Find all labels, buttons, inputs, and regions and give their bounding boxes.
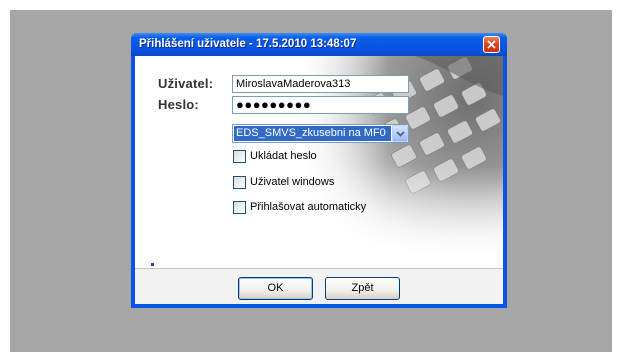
user-label: Uživatel: — [158, 76, 214, 91]
database-select-value: EDS_SMVS_zkusebni na MF0 — [234, 126, 391, 141]
ok-button[interactable]: OK — [238, 277, 313, 300]
auto-login-label: Přihlašovat automaticky — [250, 201, 367, 213]
button-bar: OK Zpět — [135, 268, 503, 304]
password-input[interactable]: ●●●●●●●●● — [232, 96, 409, 114]
windows-user-label: Uživatel windows — [250, 176, 335, 188]
window-title: Přihlášení uživatele - 17.5.2010 13:48:0… — [139, 38, 357, 50]
outer-frame-top — [0, 0, 623, 10]
windows-user-checkbox[interactable] — [233, 176, 246, 189]
login-dialog: Přihlášení uživatele - 17.5.2010 13:48:0… — [131, 33, 507, 308]
dialog-client-area: Uživatel: MiroslavaMaderova313 Heslo: ●●… — [135, 56, 503, 304]
outer-frame-bottom — [0, 352, 623, 363]
database-select[interactable]: EDS_SMVS_zkusebni na MF0 — [232, 124, 409, 143]
password-label: Heslo: — [158, 97, 199, 112]
user-input[interactable]: MiroslavaMaderova313 — [232, 75, 409, 93]
dropdown-button[interactable] — [392, 125, 408, 142]
close-icon — [487, 40, 496, 49]
auto-login-checkbox[interactable] — [233, 201, 246, 214]
save-password-checkbox[interactable] — [233, 150, 246, 163]
outer-frame-right — [612, 0, 623, 363]
close-button[interactable] — [483, 36, 500, 53]
outer-frame-left — [0, 0, 10, 363]
title-bar[interactable]: Přihlášení uživatele - 17.5.2010 13:48:0… — [131, 33, 507, 56]
back-button[interactable]: Zpět — [325, 277, 400, 300]
save-password-label: Ukládat heslo — [250, 150, 317, 162]
chevron-down-icon — [396, 131, 405, 137]
